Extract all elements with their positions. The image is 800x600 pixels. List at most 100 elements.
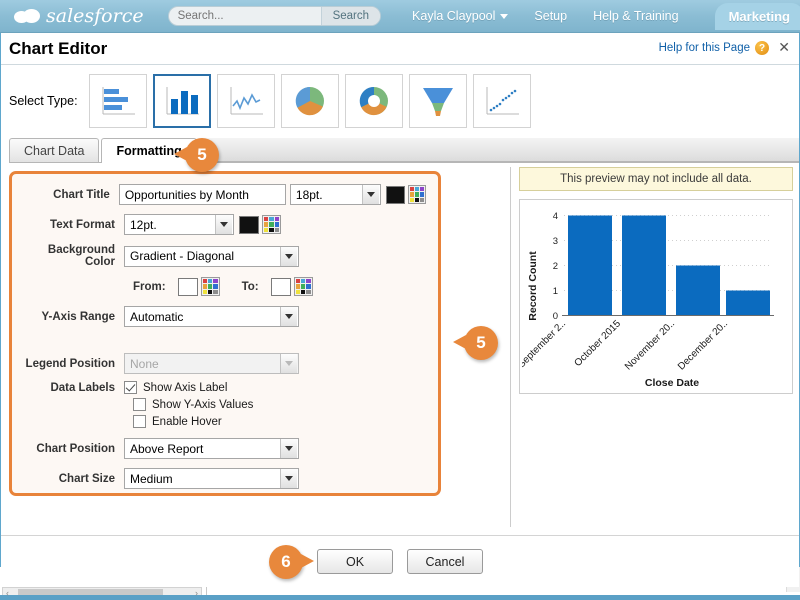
chart-type-funnel[interactable] [408,74,467,128]
chart-position-value: Above Report [130,441,204,456]
background-color-select[interactable]: Gradient - Diagonal [124,245,299,267]
salesforce-logo[interactable]: salesforce [14,5,144,27]
nav-item-help-training[interactable]: Help & Training [580,9,691,23]
svg-text:1: 1 [553,286,558,297]
gradient-from-label: From: [133,280,166,293]
text-format-color-picker-icon[interactable] [262,215,281,234]
funnel-chart-icon [422,88,453,116]
dialog-body: Chart Title 18pt. Text Format [1,163,799,535]
global-search[interactable]: Search [167,6,382,26]
chart-type-horizontal-bar[interactable] [88,74,147,128]
svg-text:September 2..: September 2.. [522,318,568,370]
search-input[interactable] [168,7,321,25]
data-label-row-enable-hover: Enable Hover [133,415,426,428]
checkbox-show-axis-label[interactable] [124,381,137,394]
chevron-down-icon[interactable] [280,469,297,488]
data-labels-label: Data Labels [50,381,115,394]
ok-button[interactable]: OK [317,549,393,574]
dialog-footer: 6 OK Cancel [1,535,799,587]
chart-position-select[interactable]: Above Report [124,438,299,459]
svg-text:December 20..: December 20.. [676,318,730,372]
line-chart-icon [230,87,263,115]
chart-size-select[interactable]: Medium [124,468,299,489]
search-button[interactable]: Search [320,7,381,25]
chart-type-list [88,74,531,128]
chart-x-ticks: September 2.. October 2015 November 20..… [516,318,730,372]
scroll-right-icon[interactable]: › [192,588,201,598]
formatting-pane: Chart Title 18pt. Text Format [1,163,510,535]
field-background-color: Background Color Gradient - Diagonal [20,244,426,268]
gradient-from-color-picker-icon[interactable] [200,277,220,296]
scatter-chart-icon [486,87,519,115]
svg-text:2: 2 [553,261,558,272]
checkbox-show-y-axis-values[interactable] [133,398,146,411]
chart-type-pie[interactable] [280,74,339,128]
chart-position-label: Chart Position [36,442,115,455]
text-format-font-size-value: 12pt. [130,217,157,232]
chart-x-axis-label: Close Date [645,377,699,389]
chart-title-label: Chart Title [53,188,110,201]
field-chart-position: Chart Position Above Report [20,438,426,459]
field-chart-title: Chart Title 18pt. [20,184,426,205]
chart-type-line[interactable] [216,74,275,128]
y-axis-range-value: Automatic [130,309,184,324]
horizontal-bar-chart-icon [102,87,135,115]
chart-size-value: Medium [130,471,173,486]
gradient-from-swatch[interactable] [177,277,198,296]
legend-position-label: Legend Position [25,357,115,370]
legend-position-select: None [124,353,299,374]
chevron-down-icon[interactable] [361,185,379,204]
text-format-font-size-select[interactable]: 12pt. [124,214,234,235]
chevron-down-icon [500,14,509,20]
nav-item-setup[interactable]: Setup [521,9,580,23]
chart-title-font-size-value: 18pt. [295,187,323,202]
chart-size-label: Chart Size [58,472,115,485]
chevron-down-icon[interactable] [280,307,297,326]
legend-position-value: None [130,356,159,371]
svg-text:3: 3 [553,236,558,247]
vertical-bar-chart-icon [166,87,199,115]
page-title: Chart Editor [9,38,108,58]
app-tab-marketing[interactable]: Marketing [714,3,800,30]
background-color-value: Gradient - Diagonal [130,249,235,263]
field-y-axis-range: Y-Axis Range Automatic [20,306,426,327]
chart-y-ticks: 4 3 2 1 0 [553,211,558,322]
svg-text:November 20..: November 20.. [623,318,677,372]
chart-type-donut[interactable] [344,74,403,128]
question-mark-icon[interactable]: ? [755,41,769,55]
nav-item-user[interactable]: Kayla Claypool [399,9,521,23]
editor-tabs: Chart Data Formatting 5 [9,137,799,172]
gradient-to-color-picker-icon[interactable] [293,277,313,296]
chevron-down-icon[interactable] [215,215,232,234]
chart-title-font-size-select[interactable]: 18pt. [289,184,381,205]
chart-type-scatter[interactable] [472,74,531,128]
nav-item-user-label: Kayla Claypool [412,9,496,23]
field-data-labels: Data Labels Show Axis Label [20,381,426,394]
help-for-this-page-link[interactable]: Help for this Page [659,42,750,54]
close-icon[interactable]: ✕ [778,39,790,56]
y-axis-range-select[interactable]: Automatic [124,306,299,327]
show-axis-label-text: Show Axis Label [143,381,228,394]
callout-badge-5-tab: 5 [174,138,219,172]
chart-editor-dialog: Chart Editor Help for this Page ? ✕ Sele… [0,33,800,587]
preview-pane: This preview may not include all data. R… [511,163,799,535]
cancel-button[interactable]: Cancel [407,549,483,574]
tabs-filler [198,138,799,162]
callout-badge-6-ok: 6 [269,545,314,579]
tab-chart-data[interactable]: Chart Data [9,138,100,162]
chart-title-color-picker-icon[interactable] [407,185,426,204]
chevron-down-icon[interactable] [280,246,297,266]
chevron-down-icon[interactable] [280,439,297,458]
gradient-to-swatch[interactable] [270,277,291,296]
preview-warning-note: This preview may not include all data. [519,167,793,191]
text-format-color-swatch[interactable] [239,215,259,234]
select-type-label: Select Type: [9,94,78,108]
scroll-left-icon[interactable]: ‹ [3,588,12,598]
chart-type-vertical-bar[interactable] [152,74,211,128]
chart-title-color-swatch[interactable] [385,185,405,204]
chart-y-axis-label: Record Count [527,251,539,321]
brand-wordmark: salesforce [46,5,144,27]
checkbox-enable-hover[interactable] [133,415,146,428]
formatting-form: Chart Title 18pt. Text Format [9,171,441,496]
chart-title-input[interactable] [118,184,286,205]
